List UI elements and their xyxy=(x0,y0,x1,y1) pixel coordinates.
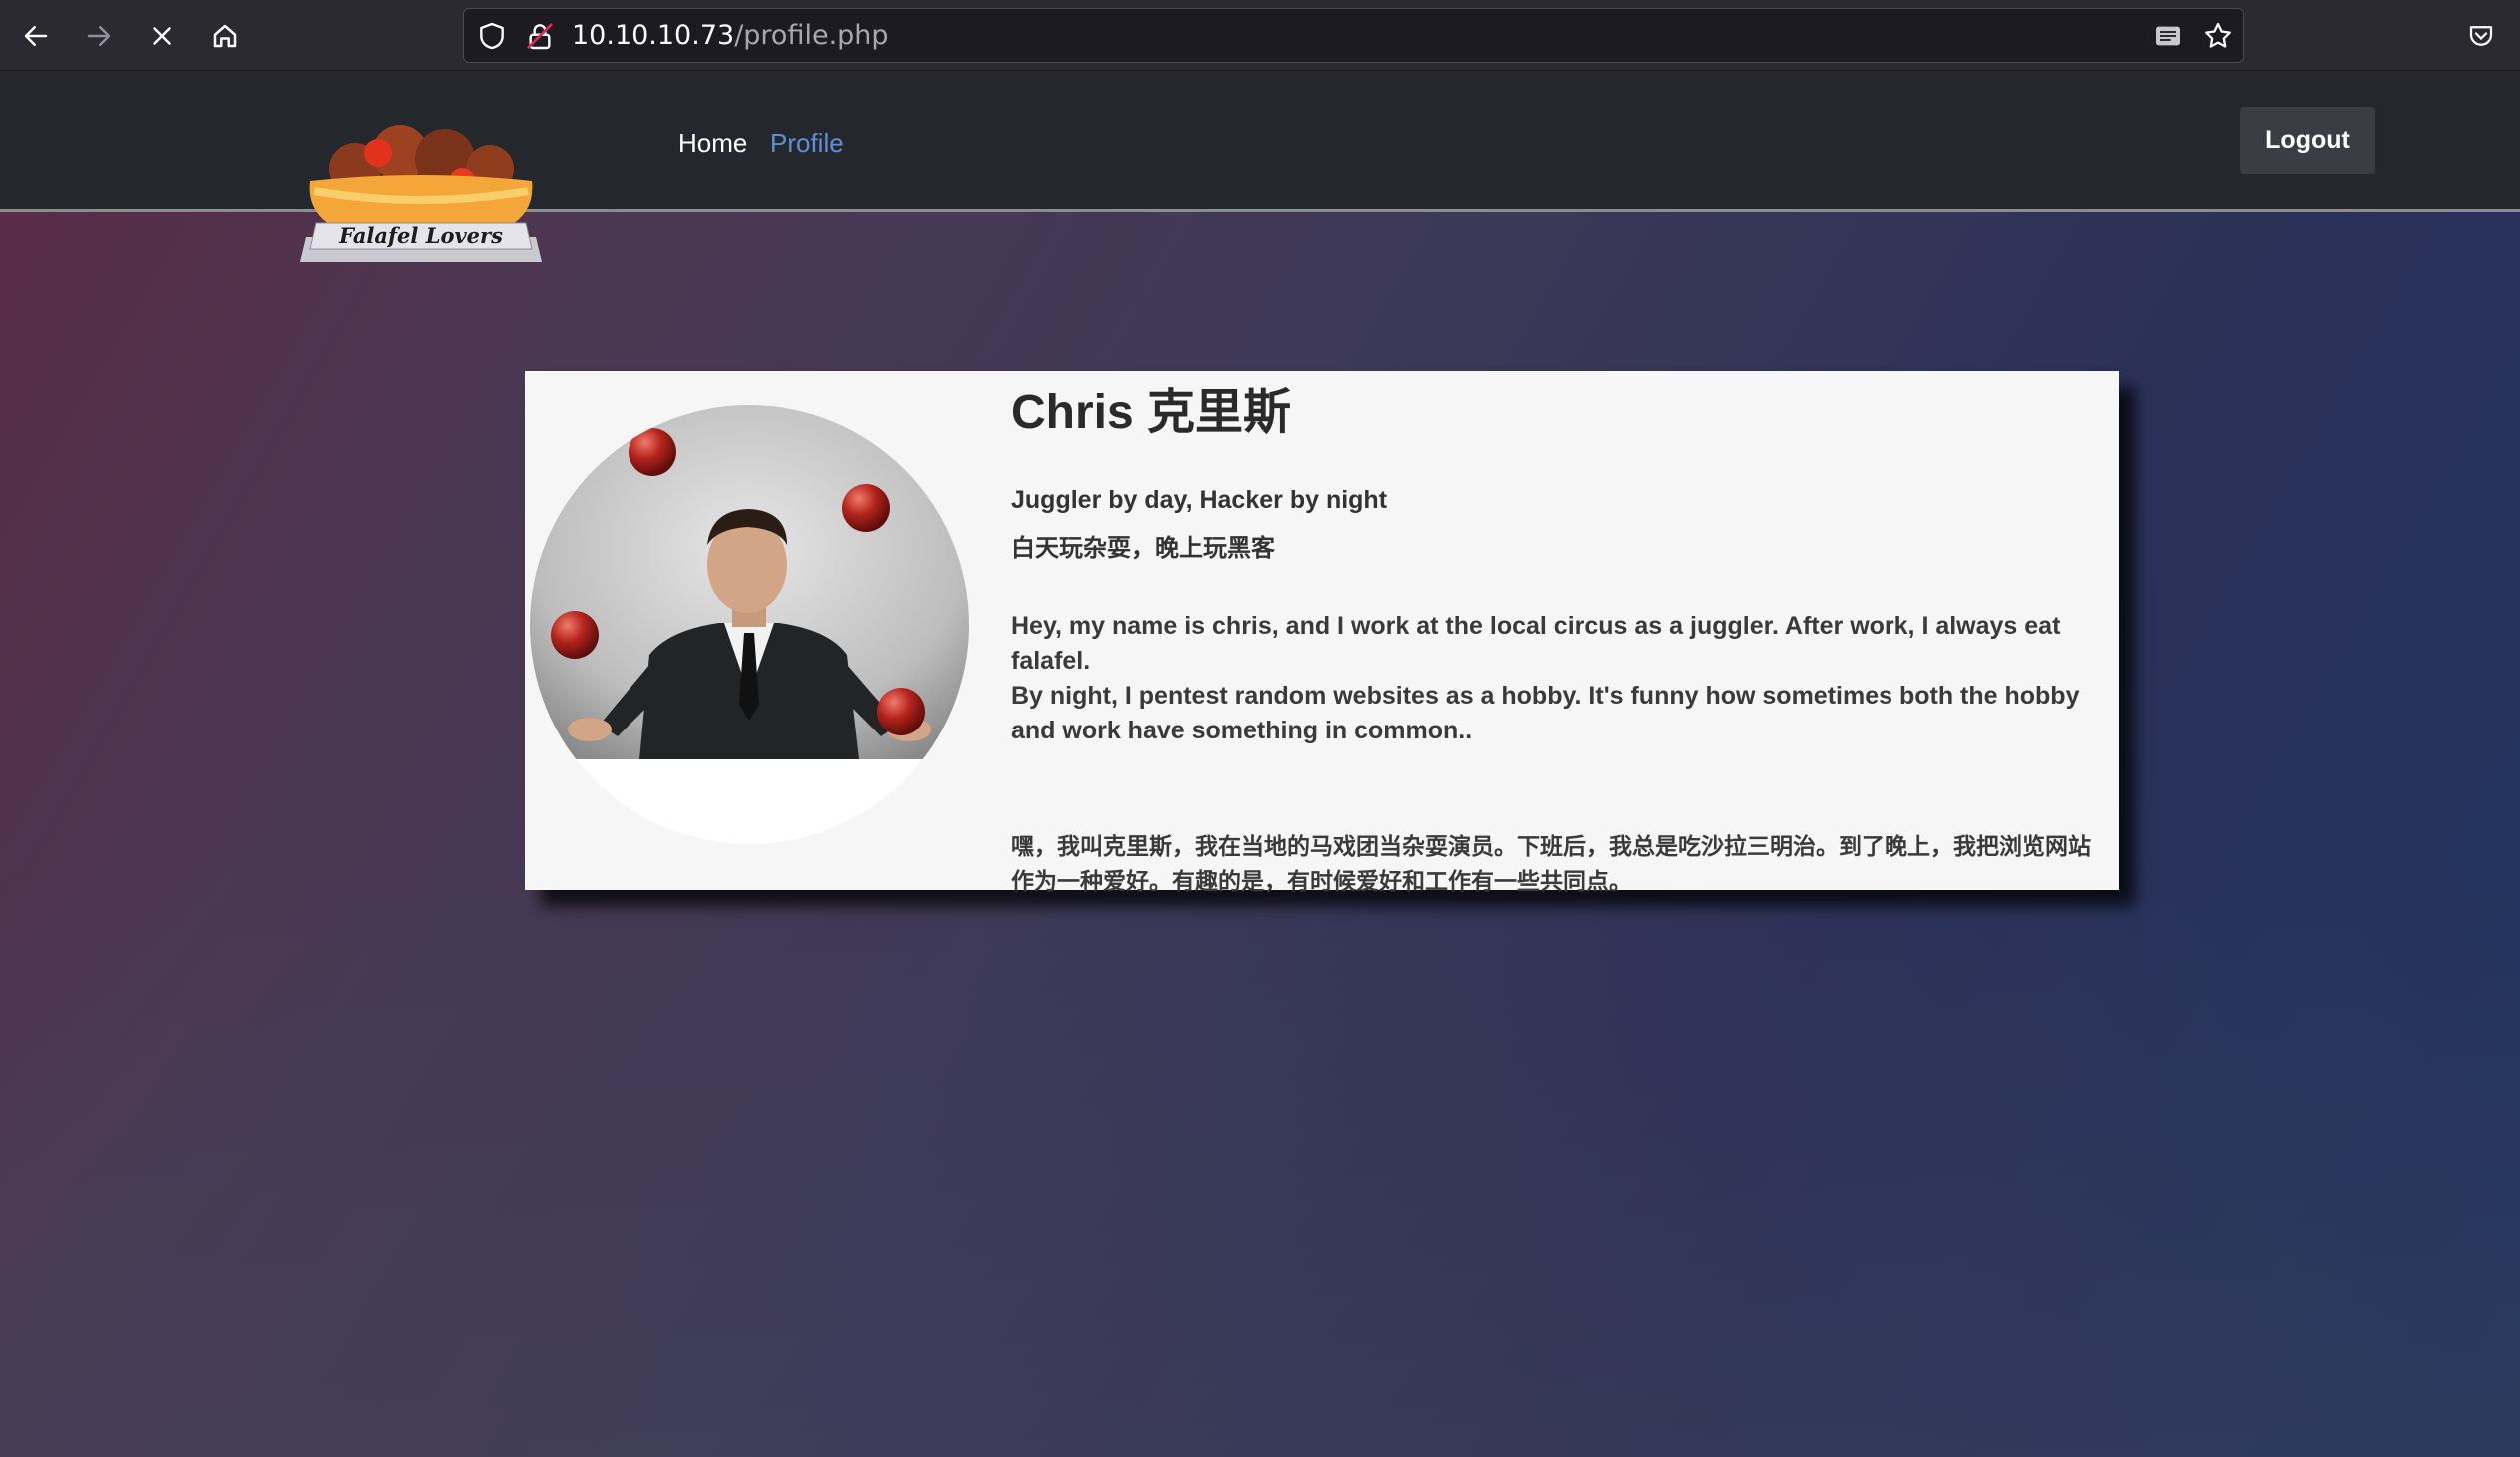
insecure-lock-icon[interactable] xyxy=(524,20,556,52)
nav-home-link[interactable]: Home xyxy=(678,127,747,159)
logout-button[interactable]: Logout xyxy=(2240,107,2375,174)
back-arrow-icon[interactable] xyxy=(16,16,56,56)
home-icon[interactable] xyxy=(205,16,245,56)
url-path: /profile.php xyxy=(734,20,889,51)
profile-tagline: Juggler by day, Hacker by night xyxy=(1011,486,1388,514)
page-content: Home Profile Logout Falafel Lovers Chris… xyxy=(0,71,2520,1457)
profile-tagline-zh: 白天玩杂耍，晚上玩黑客 xyxy=(1011,534,1275,562)
profile-bio-zh: 嘿，我叫克里斯，我在当地的马戏团当杂耍演员。下班后，我总是吃沙拉三明治。到了晚上… xyxy=(1011,834,2091,895)
reader-mode-icon[interactable] xyxy=(2152,20,2184,52)
nav-profile-link[interactable]: Profile xyxy=(770,127,844,159)
url-host: 10.10.10.73 xyxy=(572,20,735,51)
logo-text: Falafel Lovers xyxy=(338,223,503,248)
browser-toolbar: 10.10.10.73/profile.php xyxy=(0,0,2520,71)
bio-line-2: By night, I pentest random websites as a… xyxy=(1011,682,2080,744)
site-logo[interactable]: Falafel Lovers xyxy=(300,121,542,262)
shield-icon[interactable] xyxy=(476,20,508,52)
profile-name: Chris 克里斯 xyxy=(1011,386,1292,439)
profile-bio: Hey, my name is chris, and I work at the… xyxy=(1011,609,2090,748)
profile-card: Chris 克里斯 Juggler by day, Hacker by nigh… xyxy=(525,371,2119,895)
bio-line-1: Hey, my name is chris, and I work at the… xyxy=(1011,612,2061,675)
avatar xyxy=(530,405,969,844)
stop-loading-icon[interactable] xyxy=(142,16,182,56)
bookmark-star-icon[interactable] xyxy=(2202,20,2234,52)
url-bar[interactable]: 10.10.10.73/profile.php xyxy=(463,8,2244,63)
forward-arrow-icon[interactable] xyxy=(79,16,119,56)
url-text[interactable]: 10.10.10.73/profile.php xyxy=(572,9,889,62)
pocket-icon[interactable] xyxy=(2461,16,2501,56)
juggler-photo xyxy=(530,405,969,844)
